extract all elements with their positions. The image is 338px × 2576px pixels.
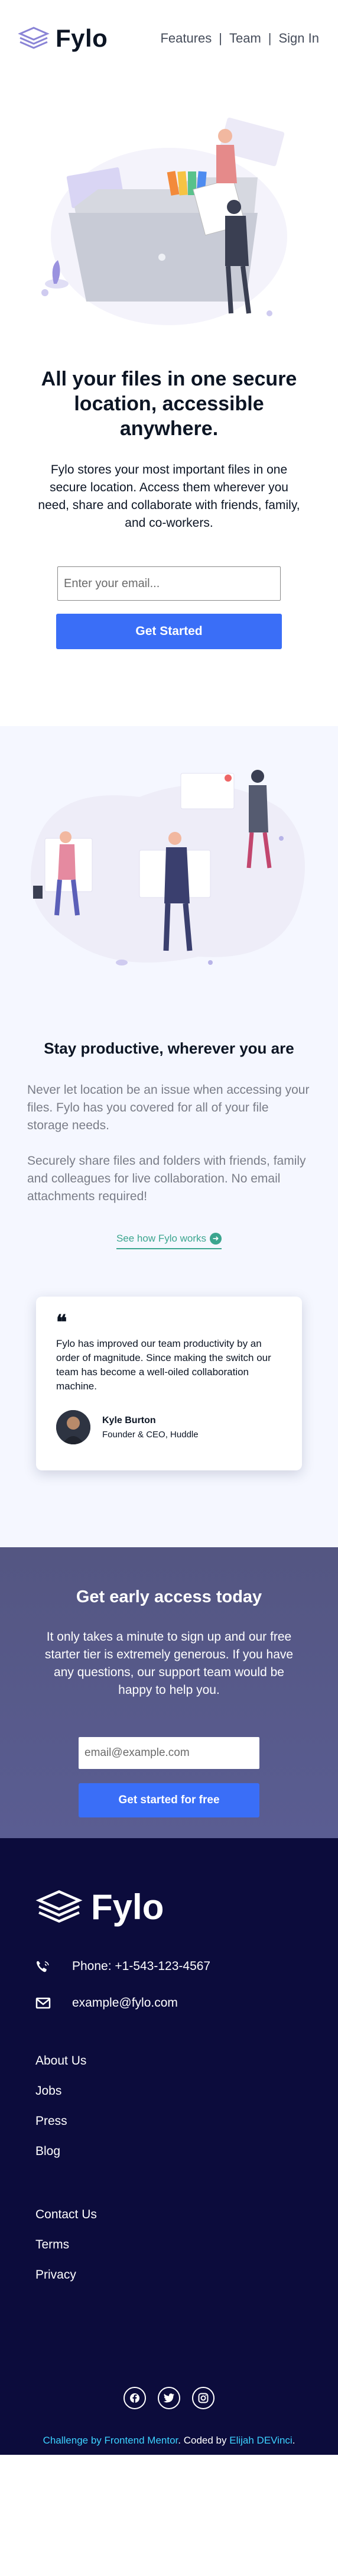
see-how-link[interactable]: See how Fylo works ➜ bbox=[116, 1233, 222, 1249]
footer-logo-text: Fylo bbox=[91, 1887, 164, 1927]
footer-link-terms[interactable]: Terms bbox=[35, 2238, 338, 2268]
phone-text: Phone: +1-543-123-4567 bbox=[72, 1959, 211, 1973]
productive-paragraph-2: Securely share files and folders with fr… bbox=[27, 1154, 306, 1203]
social-links bbox=[0, 2387, 338, 2409]
logo-text: Fylo bbox=[56, 24, 108, 52]
nav-separator: | bbox=[268, 31, 272, 46]
avatar bbox=[56, 1410, 90, 1444]
productive-paragraph-1: Never let location be an issue when acce… bbox=[27, 1083, 310, 1132]
early-access-title: Get early access today bbox=[76, 1587, 262, 1606]
footer-links-1: About Us Jobs Press Blog bbox=[35, 2054, 338, 2175]
productive-title: Stay productive, wherever you are bbox=[44, 1039, 294, 1057]
footer-link-blog[interactable]: Blog bbox=[35, 2144, 338, 2175]
footer-link-press[interactable]: Press bbox=[35, 2114, 338, 2144]
email-text[interactable]: example@fylo.com bbox=[72, 1996, 178, 2010]
twitter-icon[interactable] bbox=[158, 2387, 180, 2409]
early-access-section: Get early access today It only takes a m… bbox=[0, 1547, 338, 1838]
nav-separator: | bbox=[219, 31, 222, 46]
arrow-right-icon: ➜ bbox=[210, 1233, 222, 1245]
attribution-suffix: . bbox=[292, 2435, 295, 2446]
footer-link-privacy[interactable]: Privacy bbox=[35, 2268, 338, 2298]
early-email-input[interactable] bbox=[79, 1737, 259, 1769]
footer-link-jobs[interactable]: Jobs bbox=[35, 2084, 338, 2114]
get-started-free-button[interactable]: Get started for free bbox=[79, 1783, 259, 1817]
footer-phone: Phone: +1-543-123-4567 bbox=[35, 1959, 338, 1974]
phone-icon bbox=[37, 1961, 49, 1972]
facebook-icon[interactable] bbox=[124, 2387, 146, 2409]
attribution: Challenge by Frontend Mentor. Coded by E… bbox=[0, 2433, 338, 2448]
email-icon bbox=[35, 1997, 51, 2009]
footer-email: example@fylo.com bbox=[35, 1996, 338, 2010]
hero-section: All your files in one secure location, a… bbox=[0, 77, 338, 726]
instagram-icon[interactable] bbox=[192, 2387, 214, 2409]
productive-illustration bbox=[31, 770, 305, 965]
footer-link-about[interactable]: About Us bbox=[35, 2054, 338, 2084]
testimonial-text: Fylo has improved our team productivity … bbox=[56, 1338, 271, 1392]
logo-icon bbox=[35, 1890, 83, 1923]
hero-title: All your files in one secure location, a… bbox=[41, 368, 297, 440]
hero-description: Fylo stores your most important files in… bbox=[38, 463, 300, 530]
author-link[interactable]: Elijah DEVinci bbox=[229, 2435, 292, 2446]
nav-team[interactable]: Team bbox=[229, 31, 261, 46]
footer-links-2: Contact Us Terms Privacy bbox=[35, 2208, 338, 2298]
get-started-button[interactable]: Get Started bbox=[56, 614, 282, 649]
logo-icon bbox=[18, 27, 50, 49]
site-footer: Fylo Phone: +1-543-123-4567 example@fylo… bbox=[0, 1838, 338, 2455]
testimonial-card: ❝ Fylo has improved our team productivit… bbox=[36, 1297, 302, 1470]
testimonial-author: Kyle Burton Founder & CEO, Huddle bbox=[56, 1410, 278, 1444]
logo[interactable]: Fylo bbox=[18, 24, 108, 53]
hero-email-input[interactable] bbox=[57, 566, 281, 601]
quote-icon: ❝ bbox=[56, 1311, 67, 1334]
nav-sign-in[interactable]: Sign In bbox=[279, 31, 320, 46]
attribution-prefix: Challenge by bbox=[43, 2435, 105, 2446]
early-access-description: It only takes a minute to sign up and ou… bbox=[44, 1630, 294, 1697]
nav-features[interactable]: Features bbox=[160, 31, 212, 46]
how-link-wrap: See how Fylo works ➜ bbox=[0, 1233, 338, 1249]
see-how-label: See how Fylo works bbox=[116, 1233, 207, 1244]
footer-link-contact[interactable]: Contact Us bbox=[35, 2208, 338, 2238]
attribution-middle: . Coded by bbox=[178, 2435, 230, 2446]
author-name: Kyle Burton bbox=[102, 1415, 156, 1425]
frontend-mentor-link[interactable]: Frontend Mentor bbox=[105, 2435, 178, 2446]
footer-logo[interactable]: Fylo bbox=[35, 1887, 338, 1927]
site-header: Fylo Features | Team | Sign In bbox=[0, 0, 338, 77]
productive-section: Stay productive, wherever you are Never … bbox=[0, 726, 338, 1547]
author-role: Founder & CEO, Huddle bbox=[102, 1429, 199, 1440]
main-nav: Features | Team | Sign In bbox=[160, 31, 319, 46]
hero-illustration bbox=[41, 117, 287, 325]
